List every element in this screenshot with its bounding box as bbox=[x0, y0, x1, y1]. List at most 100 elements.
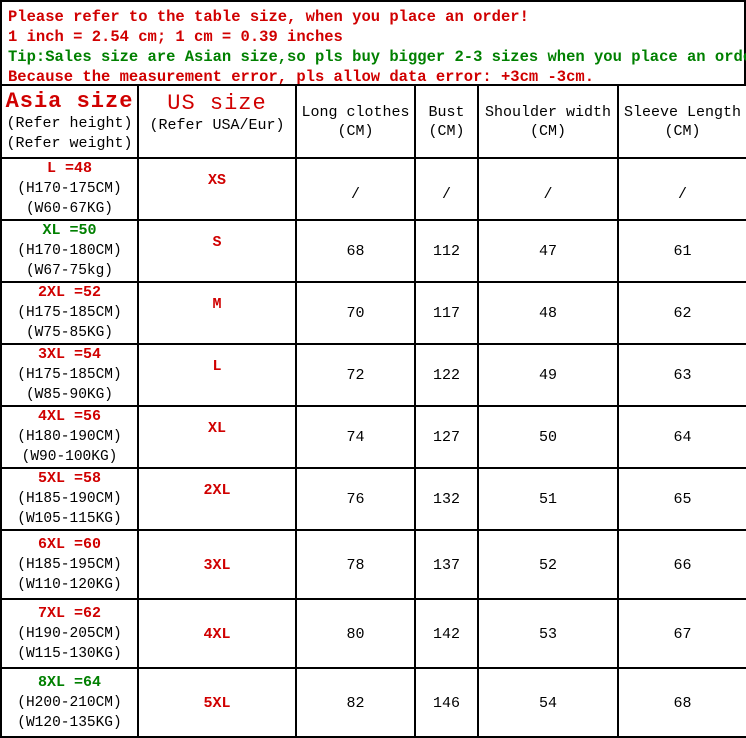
asia-size-value: L =48 bbox=[46, 160, 92, 177]
bust-value: 122 bbox=[432, 367, 460, 384]
us-size-value: 5XL bbox=[203, 694, 231, 712]
header-unit: (CM) bbox=[428, 122, 465, 140]
long-clothes-value: 80 bbox=[346, 625, 365, 643]
asia-size-cell: 3XL =54 (H175-185CM) (W85-90KG) bbox=[0, 343, 139, 407]
asia-size-cell: 2XL =52 (H175-185CM) (W75-85KG) bbox=[0, 281, 139, 345]
bust-cell: 137 bbox=[414, 529, 479, 600]
table-row: 7XL =62 (H190-205CM) (W115-130KG) 4XL 80… bbox=[0, 598, 746, 669]
long-clothes-cell: 80 bbox=[295, 598, 416, 669]
asia-size-cell: 7XL =62 (H190-205CM) (W115-130KG) bbox=[0, 598, 139, 669]
bust-value: 117 bbox=[432, 305, 460, 322]
bust-cell: 127 bbox=[414, 405, 479, 469]
us-size-cell: 3XL bbox=[137, 529, 297, 600]
table-row: XL =50 (H170-180CM) (W67-75kg) S 68 112 … bbox=[0, 219, 746, 283]
sleeve-length-cell: 63 bbox=[617, 343, 746, 407]
shoulder-width-value: 48 bbox=[538, 305, 557, 322]
asia-size-value: XL =50 bbox=[42, 222, 97, 239]
header-long-clothes: Long clothes (CM) bbox=[295, 84, 416, 159]
long-clothes-value: 74 bbox=[346, 429, 365, 446]
shoulder-width-cell: 52 bbox=[477, 529, 619, 600]
us-size-cell: 5XL bbox=[137, 667, 297, 738]
long-clothes-cell: / bbox=[295, 157, 416, 221]
shoulder-width-value: 52 bbox=[538, 556, 557, 574]
notes-panel: Please refer to the table size, when you… bbox=[0, 0, 746, 86]
table-header-row: Asia size (Refer height) (Refer weight) … bbox=[0, 84, 746, 159]
long-clothes-value: 72 bbox=[346, 367, 365, 384]
note-order-instruction: Please refer to the table size, when you… bbox=[8, 8, 529, 26]
sleeve-length-value: 67 bbox=[673, 625, 692, 643]
long-clothes-cell: 78 bbox=[295, 529, 416, 600]
shoulder-width-cell: / bbox=[477, 157, 619, 221]
bust-cell: 122 bbox=[414, 343, 479, 407]
shoulder-width-value: 54 bbox=[538, 694, 557, 712]
bust-value: 112 bbox=[432, 243, 460, 260]
sleeve-length-cell: 65 bbox=[617, 467, 746, 531]
weight-range: (W60-67KG) bbox=[25, 201, 113, 217]
shoulder-width-value: 49 bbox=[538, 367, 557, 384]
shoulder-width-cell: 53 bbox=[477, 598, 619, 669]
asia-size-value: 6XL =60 bbox=[37, 535, 101, 553]
bust-value: / bbox=[441, 186, 451, 203]
weight-range: (W85-90KG) bbox=[25, 387, 113, 403]
height-range: (H175-185CM) bbox=[17, 305, 122, 321]
sleeve-length-cell: 68 bbox=[617, 667, 746, 738]
us-size-value: M bbox=[212, 296, 222, 313]
us-size-value: 2XL bbox=[203, 482, 231, 499]
table-row: 3XL =54 (H175-185CM) (W85-90KG) L 72 122… bbox=[0, 343, 746, 407]
asia-size-cell: 5XL =58 (H185-190CM) (W105-115KG) bbox=[0, 467, 139, 531]
us-size-cell: XS bbox=[137, 157, 297, 221]
long-clothes-value: 76 bbox=[346, 491, 365, 508]
us-size-value: XL bbox=[207, 420, 226, 437]
us-size-note: (Refer USA/Eur) bbox=[149, 117, 285, 134]
height-range: (H175-185CM) bbox=[17, 367, 122, 383]
height-range: (H190-205CM) bbox=[17, 625, 122, 642]
us-size-value: 4XL bbox=[203, 625, 231, 643]
shoulder-width-cell: 48 bbox=[477, 281, 619, 345]
note-asian-size-tip: Tip:Sales size are Asian size,so pls buy… bbox=[8, 48, 746, 66]
sleeve-length-cell: 61 bbox=[617, 219, 746, 283]
height-range: (H185-195CM) bbox=[17, 556, 122, 573]
bust-value: 142 bbox=[432, 625, 460, 643]
height-range: (H170-180CM) bbox=[17, 243, 122, 259]
table-row: 5XL =58 (H185-190CM) (W105-115KG) 2XL 76… bbox=[0, 467, 746, 531]
asia-size-weight-note: (Refer weight) bbox=[6, 134, 133, 152]
us-size-cell: XL bbox=[137, 405, 297, 469]
weight-range: (W67-75kg) bbox=[25, 263, 113, 279]
long-clothes-cell: 70 bbox=[295, 281, 416, 345]
shoulder-width-cell: 50 bbox=[477, 405, 619, 469]
asia-size-value: 4XL =56 bbox=[37, 408, 101, 425]
note-unit-conversion: 1 inch = 2.54 cm; 1 cm = 0.39 inches bbox=[8, 28, 343, 46]
us-size-cell: 4XL bbox=[137, 598, 297, 669]
bust-cell: 112 bbox=[414, 219, 479, 283]
us-size-cell: M bbox=[137, 281, 297, 345]
weight-range: (W115-130KG) bbox=[17, 645, 122, 662]
height-range: (H185-190CM) bbox=[17, 491, 122, 507]
header-unit: (CM) bbox=[337, 122, 374, 140]
us-size-value: S bbox=[212, 234, 222, 251]
sleeve-length-cell: 64 bbox=[617, 405, 746, 469]
long-clothes-value: 78 bbox=[346, 556, 365, 574]
us-size-cell: L bbox=[137, 343, 297, 407]
sleeve-length-cell: / bbox=[617, 157, 746, 221]
shoulder-width-cell: 51 bbox=[477, 467, 619, 531]
weight-range: (W75-85KG) bbox=[25, 325, 113, 341]
bust-cell: 117 bbox=[414, 281, 479, 345]
asia-size-cell: 6XL =60 (H185-195CM) (W110-120KG) bbox=[0, 529, 139, 600]
us-size-value: 3XL bbox=[203, 556, 231, 574]
asia-size-value: 2XL =52 bbox=[37, 284, 101, 301]
asia-size-cell: 4XL =56 (H180-190CM) (W90-100KG) bbox=[0, 405, 139, 469]
asia-size-value: 8XL =64 bbox=[37, 673, 101, 691]
shoulder-width-value: 50 bbox=[538, 429, 557, 446]
shoulder-width-value: 53 bbox=[538, 625, 557, 643]
bust-cell: 132 bbox=[414, 467, 479, 531]
weight-range: (W90-100KG) bbox=[21, 449, 118, 465]
shoulder-width-value: / bbox=[543, 186, 553, 203]
size-chart-table: Asia size (Refer height) (Refer weight) … bbox=[0, 84, 746, 738]
height-range: (H180-190CM) bbox=[17, 429, 122, 445]
bust-value: 137 bbox=[432, 556, 460, 574]
weight-range: (W120-135KG) bbox=[17, 714, 122, 731]
header-shoulder-width: Shoulder width (CM) bbox=[477, 84, 619, 159]
bust-value: 146 bbox=[432, 694, 460, 712]
header-asia-size: Asia size (Refer height) (Refer weight) bbox=[0, 84, 139, 159]
long-clothes-cell: 76 bbox=[295, 467, 416, 531]
